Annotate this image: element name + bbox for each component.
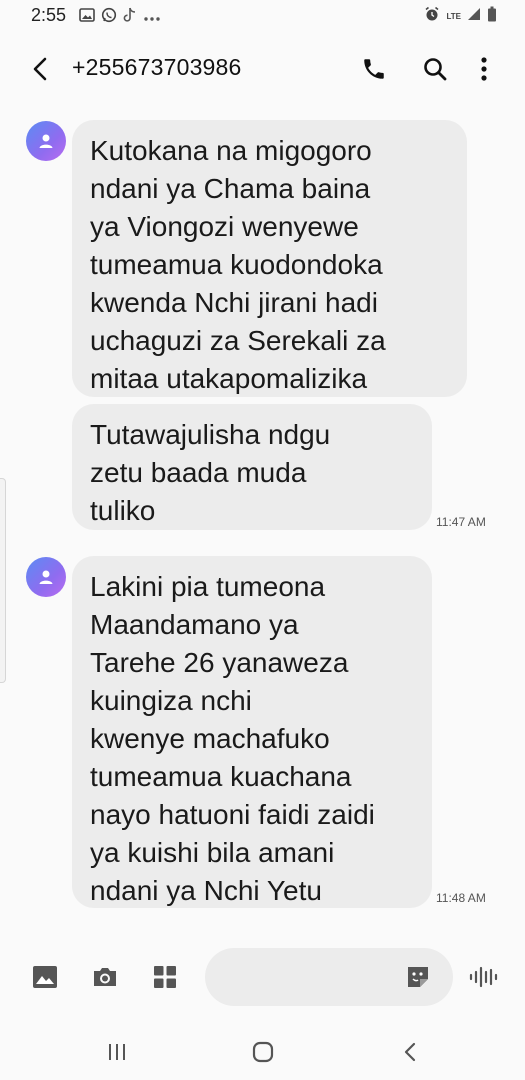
back-button[interactable]: [24, 52, 58, 86]
message-input[interactable]: [205, 948, 395, 1006]
edge-panel-handle[interactable]: [0, 478, 6, 683]
contact-number[interactable]: +255673703986: [72, 54, 242, 81]
camera-icon: [94, 968, 116, 986]
back-icon: [404, 1042, 416, 1062]
message-text: Kutokana na migogoro ndani ya Chama bain…: [90, 135, 386, 394]
attach-gallery-button[interactable]: [28, 960, 62, 994]
apps-grid-icon: [154, 966, 176, 988]
message-bubble[interactable]: Kutokana na migogoro ndani ya Chama bain…: [72, 120, 467, 397]
message-text: Tutawajulisha ndgu zetu baada muda tulik…: [90, 419, 331, 526]
search-button[interactable]: [418, 52, 452, 86]
more-vert-icon: [481, 57, 487, 81]
more-dots-icon: [143, 9, 161, 27]
system-icons: LTE: [424, 6, 497, 27]
sender-avatar[interactable]: [26, 557, 66, 597]
message-timestamp: 11:47 AM: [436, 515, 486, 529]
message-bubble[interactable]: Lakini pia tumeona Maandamano ya Tarehe …: [72, 556, 432, 908]
sticker-icon: [408, 967, 428, 987]
status-time: 2:55: [31, 5, 67, 25]
network-type-label: LTE: [446, 11, 461, 21]
recents-icon: [109, 1044, 125, 1060]
sender-avatar[interactable]: [26, 121, 66, 161]
gallery-icon: [33, 966, 57, 988]
more-options-button[interactable]: [467, 52, 501, 86]
compose-bar: [0, 946, 525, 1010]
message-timestamp: 11:48 AM: [436, 891, 486, 905]
messages-screen: 2:55 LTE +255673703986 Kutokana na migog…: [0, 0, 525, 1080]
tiktok-icon: [123, 7, 137, 28]
back-arrow-icon: [33, 57, 47, 81]
message-text: Lakini pia tumeona Maandamano ya Tarehe …: [90, 571, 375, 906]
sticker-button[interactable]: [401, 960, 435, 994]
nav-back-button[interactable]: [390, 1032, 430, 1072]
recents-button[interactable]: [97, 1032, 137, 1072]
camera-button[interactable]: [88, 960, 122, 994]
apps-button[interactable]: [148, 960, 182, 994]
voice-record-button[interactable]: [466, 960, 500, 994]
search-icon: [424, 58, 447, 81]
message-input-container[interactable]: [205, 948, 453, 1006]
system-navigation-bar: [0, 1024, 525, 1080]
home-button[interactable]: [243, 1032, 283, 1072]
person-icon: [39, 570, 53, 584]
whatsapp-icon: [101, 7, 117, 28]
gallery-icon: [79, 8, 95, 27]
battery-icon: [487, 6, 497, 27]
signal-icon: [467, 7, 481, 26]
call-button[interactable]: [357, 52, 391, 86]
person-icon: [39, 134, 53, 148]
phone-icon: [364, 59, 384, 79]
voice-wave-icon: [469, 966, 498, 988]
conversation-header: +255673703986: [0, 40, 525, 96]
home-icon: [252, 1041, 274, 1063]
message-bubble[interactable]: Tutawajulisha ndgu zetu baada muda tulik…: [72, 404, 432, 530]
status-bar: 2:55 LTE: [0, 0, 525, 34]
alarm-icon: [424, 6, 440, 27]
notification-icons: [79, 7, 161, 28]
